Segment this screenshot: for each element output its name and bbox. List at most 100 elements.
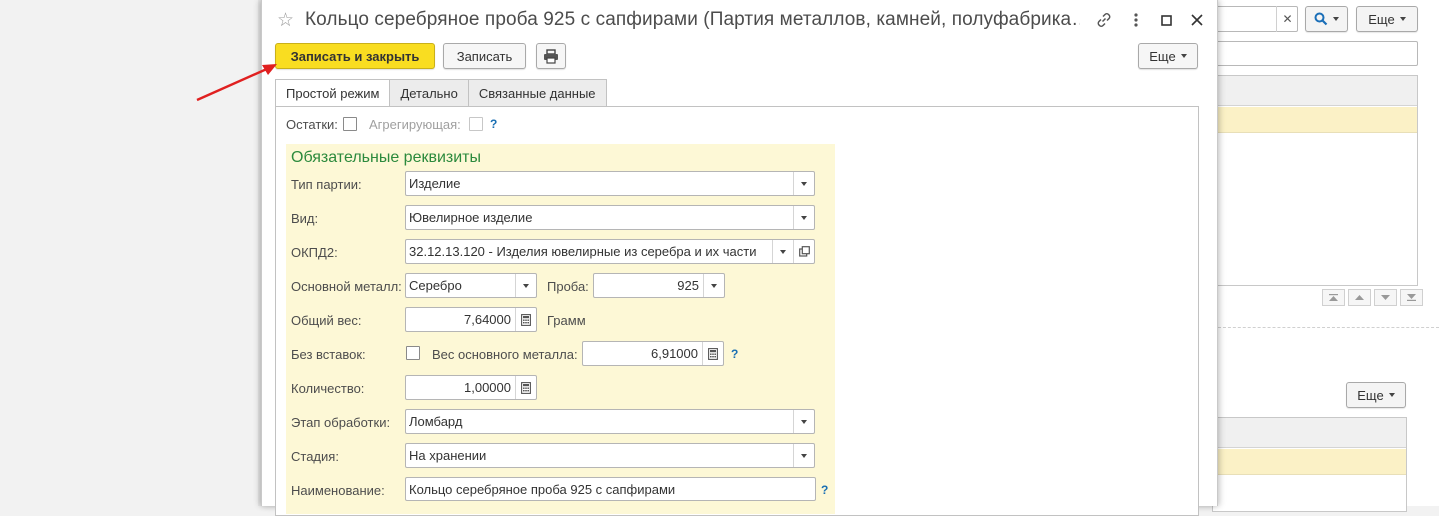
- metal-field[interactable]: Серебро: [405, 273, 537, 298]
- chevron-down-icon: [801, 181, 807, 186]
- kind-field[interactable]: Ювелирное изделие: [405, 205, 815, 230]
- printer-icon: [544, 48, 558, 64]
- tab-related-data[interactable]: Связанные данные: [467, 79, 607, 106]
- save-and-close-button[interactable]: Записать и закрыть: [275, 43, 435, 69]
- chevron-down-icon: [1180, 54, 1187, 58]
- clear-search-icon[interactable]: ✕: [1276, 6, 1298, 32]
- selected-row[interactable]: [1213, 449, 1406, 475]
- background-filter-input[interactable]: [1212, 41, 1418, 66]
- move-first-icon[interactable]: [1322, 289, 1345, 306]
- qty-value: 1,00000: [464, 380, 511, 395]
- chevron-down-icon: [523, 283, 529, 288]
- tab-simple-mode[interactable]: Простой режим: [275, 79, 391, 107]
- help-icon[interactable]: ?: [821, 483, 828, 497]
- background-more-button[interactable]: Еще: [1356, 6, 1418, 32]
- tab-label: Простой режим: [286, 86, 380, 101]
- open-item-icon: [798, 246, 810, 257]
- dropdown-button[interactable]: [793, 206, 814, 229]
- save-label: Записать: [456, 48, 513, 64]
- dropdown-button[interactable]: [515, 274, 536, 297]
- okpd-value: 32.12.13.120 - Изделия ювелирные из сере…: [409, 244, 757, 259]
- dropdown-button[interactable]: [772, 240, 793, 263]
- table-header: [1213, 76, 1417, 106]
- weight-label: Общий вес:: [291, 313, 362, 328]
- metal-value: Серебро: [409, 278, 462, 293]
- calculator-icon[interactable]: [515, 376, 536, 399]
- dropdown-button[interactable]: [703, 274, 724, 297]
- star-icon[interactable]: ☆: [277, 9, 294, 32]
- dropdown-button[interactable]: [793, 410, 814, 433]
- okpd-field[interactable]: 32.12.13.120 - Изделия ювелирные из сере…: [405, 239, 815, 264]
- dialog-title: Кольцо серебряное проба 925 с сапфирами …: [305, 9, 1080, 30]
- ostatki-checkbox[interactable]: [343, 117, 357, 131]
- kind-value: Ювелирное изделие: [409, 210, 533, 225]
- tab-label: Связанные данные: [478, 85, 596, 101]
- calculator-icon[interactable]: [515, 308, 536, 331]
- search-icon: [1314, 12, 1328, 26]
- move-up-icon[interactable]: [1348, 289, 1371, 306]
- phase-value: На хранении: [409, 448, 487, 463]
- selected-row[interactable]: [1213, 107, 1417, 133]
- table-nav-buttons: [1322, 289, 1423, 306]
- stage-value: Ломбард: [409, 414, 463, 429]
- party-type-value: Изделие: [409, 176, 461, 191]
- background-search-input[interactable]: ✕: [1212, 6, 1298, 32]
- stage-label: Этап обработки:: [291, 415, 391, 430]
- metal-weight-label: Вес основного металла:: [432, 347, 578, 362]
- divider: [1218, 327, 1439, 328]
- stage-field[interactable]: Ломбард: [405, 409, 815, 434]
- weight-field[interactable]: 7,64000: [405, 307, 537, 332]
- kind-label: Вид:: [291, 211, 319, 226]
- chevron-down-icon: [801, 453, 807, 458]
- metal-weight-value: 6,91000: [651, 346, 698, 361]
- weight-unit: Грамм: [547, 313, 586, 328]
- chevron-down-icon: [1399, 17, 1406, 21]
- no-inserts-label: Без вставок:: [291, 347, 366, 362]
- dropdown-button[interactable]: [793, 444, 814, 467]
- metal-weight-field[interactable]: 6,91000: [582, 341, 724, 366]
- proba-value: 925: [677, 278, 699, 293]
- move-down-icon[interactable]: [1374, 289, 1397, 306]
- more-label: Еще: [1368, 11, 1395, 27]
- aggregating-label: Агрегирующая:: [369, 117, 461, 132]
- maximize-icon[interactable]: [1156, 10, 1176, 30]
- name-field[interactable]: Кольцо серебряное проба 925 с сапфирами: [405, 477, 816, 501]
- tab-detailed[interactable]: Детально: [389, 79, 469, 106]
- background-table-bottom: [1212, 417, 1407, 512]
- save-button[interactable]: Записать: [443, 43, 526, 69]
- move-last-icon[interactable]: [1400, 289, 1423, 306]
- help-icon[interactable]: ?: [731, 347, 738, 361]
- chevron-down-icon: [780, 249, 786, 254]
- no-inserts-checkbox[interactable]: [406, 346, 420, 360]
- name-value: Кольцо серебряное проба 925 с сапфирами: [409, 481, 676, 497]
- help-icon[interactable]: ?: [490, 117, 497, 131]
- item-form-dialog: ☆ Кольцо серебряное проба 925 с сапфирам…: [261, 0, 1218, 516]
- print-button[interactable]: [536, 43, 566, 69]
- chevron-down-icon: [801, 215, 807, 220]
- calculator-icon[interactable]: [702, 342, 723, 365]
- background-search-button[interactable]: [1305, 6, 1348, 32]
- phase-label: Стадия:: [291, 449, 339, 464]
- close-icon[interactable]: [1187, 10, 1207, 30]
- ostatki-label: Остатки:: [286, 117, 338, 132]
- party-type-label: Тип партии:: [291, 177, 362, 192]
- tab-bar: Простой режим Детально Связанные данные: [275, 79, 607, 107]
- annotation-arrow-icon: [196, 64, 277, 102]
- more-label: Еще: [1149, 48, 1176, 64]
- weight-value: 7,64000: [464, 312, 511, 327]
- dropdown-button[interactable]: [793, 172, 814, 195]
- proba-field[interactable]: 925: [593, 273, 725, 298]
- tab-label: Детально: [400, 85, 458, 101]
- phase-field[interactable]: На хранении: [405, 443, 815, 468]
- more-actions-icon[interactable]: [1126, 10, 1146, 30]
- qty-field[interactable]: 1,00000: [405, 375, 537, 400]
- open-button[interactable]: [793, 240, 814, 263]
- party-type-field[interactable]: Изделие: [405, 171, 815, 196]
- background-more-button-2[interactable]: Еще: [1346, 382, 1406, 408]
- proba-label: Проба:: [547, 279, 589, 294]
- link-icon[interactable]: [1094, 10, 1114, 30]
- background-table-top: [1212, 75, 1418, 286]
- chevron-down-icon: [711, 283, 717, 288]
- more-button[interactable]: Еще: [1138, 43, 1198, 69]
- name-label: Наименование:: [291, 483, 385, 498]
